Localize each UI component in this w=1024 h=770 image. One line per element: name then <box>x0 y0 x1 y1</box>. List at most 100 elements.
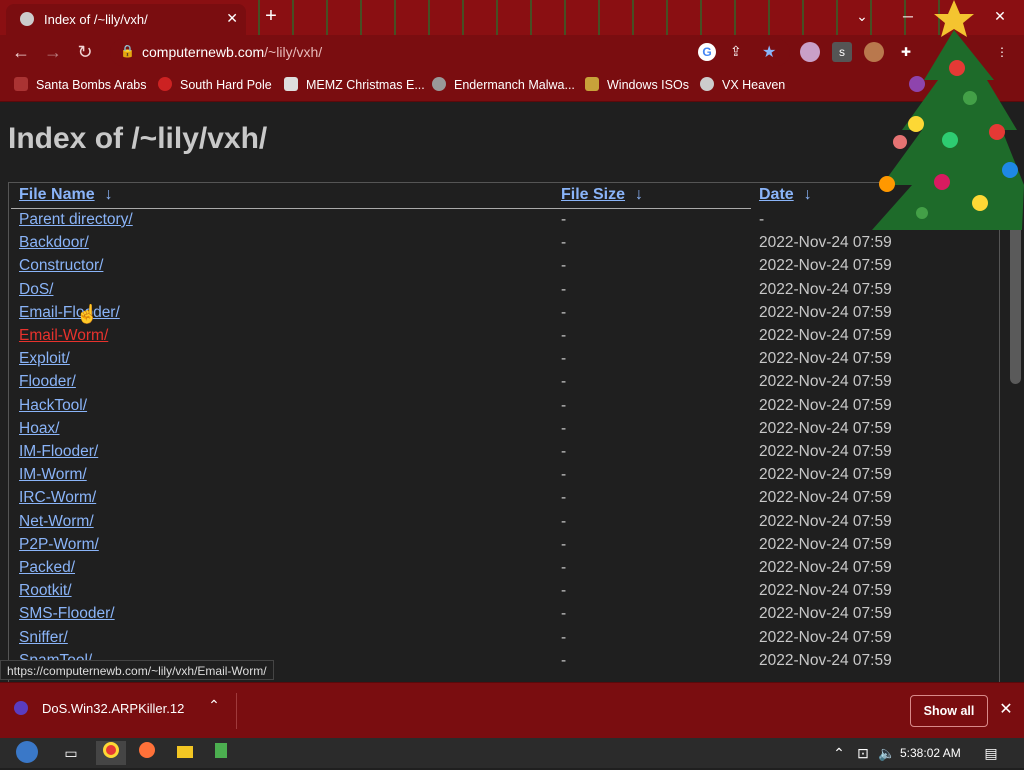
table-row: Sniffer/ - 2022-Nov-24 07:59 <box>9 629 999 652</box>
table-row: HackTool/ - 2022-Nov-24 07:59 <box>9 397 999 420</box>
file-link[interactable]: Parent directory/ <box>19 211 133 229</box>
forward-icon[interactable]: → <box>40 39 66 65</box>
file-link[interactable]: DoS/ <box>19 281 53 299</box>
firefox-icon[interactable] <box>132 741 162 765</box>
file-link[interactable]: Flooder/ <box>19 373 76 391</box>
file-link[interactable]: Packed/ <box>19 559 75 577</box>
file-date: 2022-Nov-24 07:59 <box>759 489 892 507</box>
file-date: 2022-Nov-24 07:59 <box>759 257 892 275</box>
download-filename: DoS.Win32.ARPKiller.12 <box>42 701 185 716</box>
reload-icon[interactable]: ↻ <box>72 39 98 65</box>
extension-flag-icon[interactable] <box>800 42 820 62</box>
file-link[interactable]: Net-Worm/ <box>19 513 94 531</box>
file-size: - <box>561 211 567 228</box>
windows-isos-icon <box>585 77 599 91</box>
christmas-lights-decoration <box>240 0 940 35</box>
table-row: Net-Worm/ - 2022-Nov-24 07:59 <box>9 513 999 536</box>
address-bar[interactable]: 🔒 computernewb.com/~lily/vxh/ G ⇪ ★ <box>110 39 790 66</box>
file-size: - <box>561 628 567 646</box>
file-date: 2022-Nov-24 07:59 <box>759 327 892 344</box>
bookmark-star-icon[interactable]: ★ <box>762 42 776 62</box>
bookmark-south-hard-pole[interactable]: South Hard Pole <box>158 77 272 92</box>
file-date: 2022-Nov-24 07:59 <box>759 628 892 646</box>
file-link[interactable]: HackTool/ <box>19 397 87 415</box>
close-download-bar-icon[interactable]: ✕ <box>996 699 1016 719</box>
share-icon[interactable]: ⇪ <box>730 43 742 60</box>
file-date: 2022-Nov-24 07:59 <box>759 419 892 437</box>
google-icon[interactable]: G <box>698 43 716 61</box>
file-link[interactable]: Constructor/ <box>19 257 103 275</box>
file-link[interactable]: IM-Flooder/ <box>19 443 98 461</box>
back-icon[interactable]: ← <box>8 39 34 65</box>
table-row: Constructor/ - 2022-Nov-24 07:59 <box>9 257 999 280</box>
header-divider <box>11 208 751 209</box>
page-content: Index of /~lily/vxh/ File Name ↓ File Siz… <box>0 102 1008 682</box>
file-size: - <box>561 466 567 484</box>
file-explorer-icon[interactable] <box>170 741 200 765</box>
chevron-up-icon[interactable]: ⌃ <box>204 697 224 714</box>
tab-favicon-icon <box>20 12 34 26</box>
file-size: - <box>561 234 567 252</box>
file-size: - <box>561 327 567 344</box>
file-date: 2022-Nov-24 07:59 <box>759 605 892 623</box>
file-link[interactable]: Email-Worm/ <box>19 327 108 345</box>
bookmark-memz-christmas[interactable]: MEMZ Christmas E... <box>284 77 425 92</box>
file-size: - <box>561 489 567 507</box>
file-list: File Name ↓ File Size ↓ Date ↓ Parent direc… <box>8 182 1000 682</box>
notifications-icon[interactable]: ▤ <box>976 741 1006 765</box>
file-size: - <box>561 535 567 553</box>
santa-icon <box>14 77 28 91</box>
browser-tab[interactable]: Index of /~lily/vxh/ ✕ <box>6 4 246 35</box>
close-tab-icon[interactable]: ✕ <box>226 10 238 27</box>
file-link[interactable]: P2P-Worm/ <box>19 536 99 554</box>
bookmark-vx-heaven[interactable]: VX Heaven <box>700 77 785 92</box>
file-link[interactable]: IRC-Worm/ <box>19 489 96 507</box>
file-size: - <box>561 582 567 600</box>
file-size: - <box>561 651 567 669</box>
notepad-icon[interactable] <box>206 741 236 765</box>
table-row: Packed/ - 2022-Nov-24 07:59 <box>9 559 999 582</box>
file-link[interactable]: Hoax/ <box>19 420 60 438</box>
chrome-icon[interactable] <box>96 741 126 765</box>
download-item[interactable]: DoS.Win32.ARPKiller.12 <box>14 701 184 716</box>
start-button[interactable] <box>10 741 44 765</box>
file-size: - <box>561 303 567 321</box>
file-link[interactable]: Rootkit/ <box>19 582 72 600</box>
clock[interactable]: 5:38:02 AM <box>900 746 961 760</box>
file-link[interactable]: Email-Flooder/ <box>19 304 120 322</box>
file-link[interactable]: Exploit/ <box>19 350 70 368</box>
table-row: IM-Worm/ - 2022-Nov-24 07:59 <box>9 466 999 489</box>
extension-s-icon[interactable]: s <box>832 42 852 62</box>
table-row: P2P-Worm/ - 2022-Nov-24 07:59 <box>9 536 999 559</box>
file-link[interactable]: Backdoor/ <box>19 234 89 252</box>
table-row: Email-Flooder/ - 2022-Nov-24 07:59 <box>9 304 999 327</box>
window-icon <box>284 77 298 91</box>
volume-icon[interactable]: 🔈 <box>872 741 902 765</box>
table-row: IRC-Worm/ - 2022-Nov-24 07:59 <box>9 489 999 512</box>
file-date: 2022-Nov-24 07:59 <box>759 373 892 391</box>
mouse-cursor-icon: ☝ <box>76 304 99 324</box>
column-header-date[interactable]: Date ↓ <box>759 186 812 204</box>
christmas-tree-decoration <box>872 0 1024 230</box>
column-header-file-size[interactable]: File Size ↓ <box>561 186 643 204</box>
bookmark-windows-isos[interactable]: Windows ISOs <box>585 77 689 92</box>
new-tab-button[interactable]: + <box>258 4 284 30</box>
task-view-icon[interactable]: ▭ <box>56 741 86 765</box>
file-date: 2022-Nov-24 07:59 <box>759 559 892 576</box>
show-all-button[interactable]: Show all <box>910 695 988 727</box>
bookmark-endermanch-malware[interactable]: Endermanch Malwa... <box>432 77 575 92</box>
file-date: 2022-Nov-24 07:59 <box>759 651 892 669</box>
file-size: - <box>561 419 567 437</box>
file-date: 2022-Nov-24 07:59 <box>759 303 892 321</box>
bookmark-santa-bombs-arabs[interactable]: Santa Bombs Arabs <box>14 77 146 92</box>
table-row: Flooder/ - 2022-Nov-24 07:59 <box>9 373 999 396</box>
sort-arrow-icon: ↓ <box>104 186 113 203</box>
file-link[interactable]: SMS-Flooder/ <box>19 605 115 623</box>
lock-icon: 🔒 <box>120 44 135 58</box>
file-link[interactable]: Sniffer/ <box>19 629 68 647</box>
column-header-file-name[interactable]: File Name ↓ <box>19 186 113 204</box>
file-date: 2022-Nov-24 07:59 <box>759 280 892 298</box>
table-row: Backdoor/-2022-Nov-24 07:59 <box>9 234 999 257</box>
file-date: 2022-Nov-24 07:59 <box>759 582 892 600</box>
file-link[interactable]: IM-Worm/ <box>19 466 87 484</box>
